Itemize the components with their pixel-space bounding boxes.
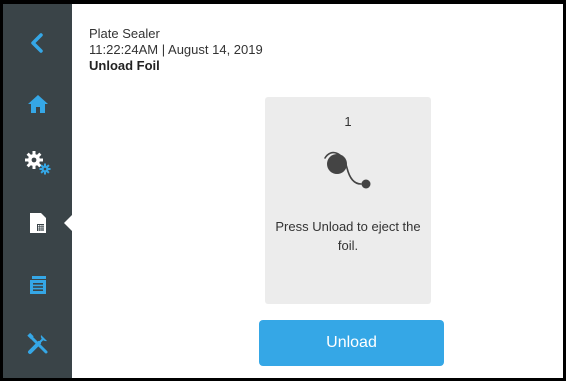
back-arrow-icon [30, 33, 43, 53]
back-button[interactable] [3, 15, 72, 71]
step-number: 1 [344, 114, 352, 129]
page-title: Unload Foil [89, 58, 160, 73]
header: Plate Sealer 11:22:24AM | August 14, 201… [89, 26, 263, 74]
active-indicator [64, 214, 73, 232]
screen: Plate Sealer 11:22:24AM | August 14, 201… [3, 4, 563, 378]
protocols-icon [29, 276, 46, 294]
home-icon [27, 95, 48, 113]
plate-icon [29, 213, 46, 233]
sidebar-item-tools[interactable] [3, 316, 72, 372]
gears-icon [24, 151, 50, 175]
sidebar-item-protocols[interactable] [3, 257, 72, 313]
tools-icon [26, 332, 47, 354]
instruction-card: 1 Press Unload to eject the foil. [265, 97, 431, 304]
device-name: Plate Sealer [89, 26, 160, 41]
foil-roll-icon [324, 151, 371, 189]
instruction-text: Press Unload to eject the foil. [275, 219, 421, 253]
datetime: 11:22:24AM | August 14, 2019 [89, 42, 263, 57]
sidebar-item-home[interactable] [3, 76, 72, 132]
sidebar-item-settings[interactable] [3, 135, 72, 191]
sidebar-item-plate[interactable] [3, 195, 72, 251]
unload-button[interactable]: Unload [259, 320, 444, 366]
sidebar [3, 4, 73, 378]
